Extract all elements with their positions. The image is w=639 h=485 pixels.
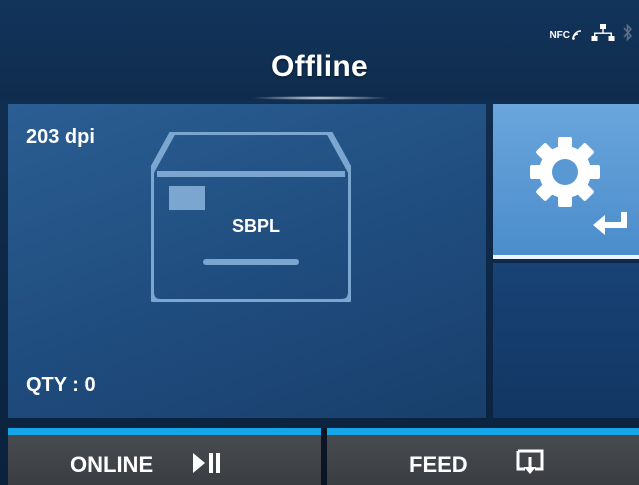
bottom-bar: ONLINE FEED xyxy=(0,428,639,485)
settings-button[interactable] xyxy=(493,104,639,259)
bottom-separator xyxy=(321,428,327,485)
network-icon xyxy=(591,23,615,48)
online-button-accent xyxy=(8,428,321,435)
feed-button-label: FEED xyxy=(409,452,468,477)
empty-side-panel xyxy=(493,263,639,418)
language-label: SBPL xyxy=(231,216,280,236)
gear-icon xyxy=(530,137,600,207)
online-button[interactable]: ONLINE xyxy=(8,428,321,485)
feed-button[interactable]: FEED xyxy=(327,428,639,485)
resolution-label: 203 dpi xyxy=(26,126,95,148)
status-icons: NFC xyxy=(549,22,633,48)
quantity-label: QTY : 0 xyxy=(26,374,96,396)
printer-display: Offline NFC 203 dpi SBPL QTY: 0 ONLINE … xyxy=(0,0,639,485)
info-panel: 203 dpi SBPL QTY : 0 xyxy=(8,104,486,418)
header: Offline NFC xyxy=(0,0,639,100)
nfc-icon: NFC xyxy=(549,29,583,41)
online-button-label: ONLINE xyxy=(70,452,154,477)
page-title: Offline xyxy=(270,50,369,83)
play-pause-icon xyxy=(193,453,220,473)
nfc-label: NFC xyxy=(549,29,570,41)
enter-icon xyxy=(593,212,627,235)
feed-icon xyxy=(516,449,544,474)
feed-button-accent xyxy=(327,428,639,435)
bluetooth-icon xyxy=(623,23,633,48)
title-underline xyxy=(250,96,390,100)
